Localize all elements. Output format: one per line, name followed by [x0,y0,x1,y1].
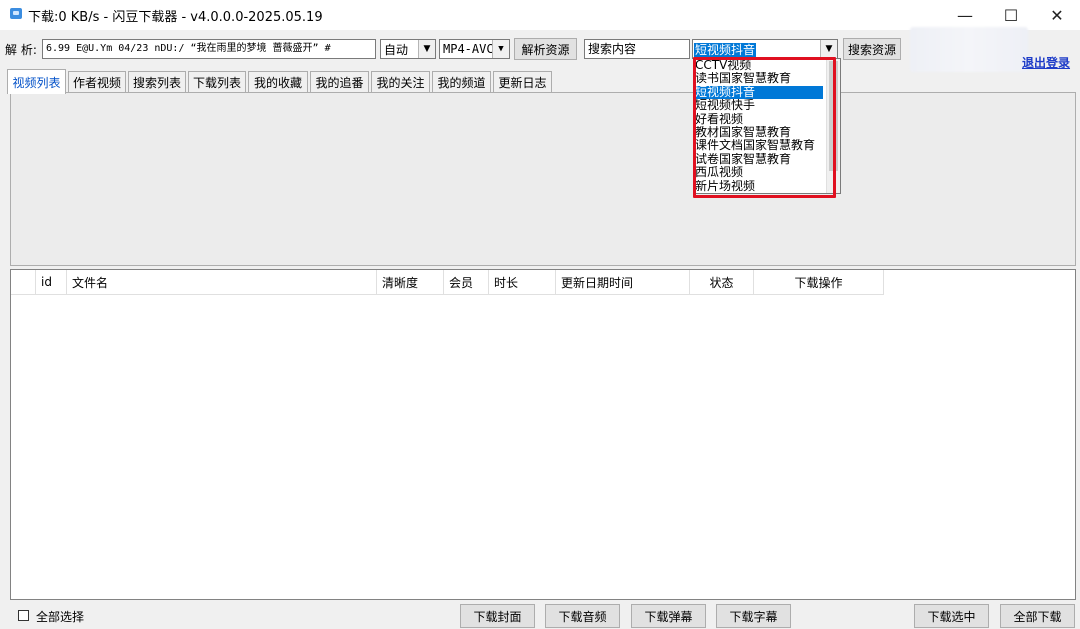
column-header-duration[interactable]: 时长 [489,270,556,295]
search-resource-button[interactable]: 搜索资源 [843,38,901,60]
close-button[interactable]: ✕ [1034,0,1080,30]
format-select[interactable]: MP4-AVC ▼ [439,39,510,59]
tab-my-following-series[interactable]: 我的追番 [310,71,369,93]
tab-search-list[interactable]: 搜索列表 [128,71,186,93]
search-input[interactable]: 搜索内容 [584,39,690,59]
tab-author-videos[interactable]: 作者视频 [68,71,126,93]
column-header-download-action[interactable]: 下载操作 [754,270,884,295]
select-all-checkbox[interactable] [18,610,29,621]
app-icon [10,8,22,19]
download-audio-button[interactable]: 下载音频 [545,604,620,628]
download-subtitle-button[interactable]: 下载字幕 [716,604,791,628]
highlight-box [693,57,836,198]
platform-select[interactable]: 短视频抖音 ▼ [692,39,838,59]
quality-select[interactable]: 自动 ▼ [380,39,436,59]
title-bar: 下载:0 KB/s - 闪豆下载器 - v4.0.0.0-2025.05.19 … [0,0,1080,30]
column-header-status[interactable]: 状态 [690,270,754,295]
table-header: id 文件名 清晰度 会员 时长 更新日期时间 状态 下载操作 [11,270,884,295]
column-header-id[interactable]: id [36,270,67,295]
tab-my-follows[interactable]: 我的关注 [371,71,430,93]
platform-select-value: 短视频抖音 [694,42,757,57]
tab-video-list[interactable]: 视频列表 [7,69,66,94]
minimize-button[interactable]: — [942,0,988,30]
parse-url-input[interactable]: 6.99 E@U.Ym 04/23 nDU:/ “我在雨里的梦境 蔷薇盛开” # [42,39,376,59]
column-header-updated-datetime[interactable]: 更新日期时间 [556,270,690,295]
blurred-user-avatar [910,27,1028,72]
maximize-button[interactable]: ☐ [988,0,1034,30]
chevron-down-icon: ▼ [492,40,509,58]
parse-resource-button[interactable]: 解析资源 [514,38,577,60]
chevron-down-icon: ▼ [418,40,435,58]
format-select-value: MP4-AVC [443,42,492,56]
chevron-down-icon[interactable]: ▼ [820,40,837,58]
column-header-filename[interactable]: 文件名 [67,270,377,295]
tab-download-list[interactable]: 下载列表 [188,71,246,93]
download-danmaku-button[interactable]: 下载弹幕 [631,604,706,628]
column-header-vip[interactable]: 会员 [444,270,489,295]
column-header-select[interactable] [11,270,36,295]
tab-my-favorites[interactable]: 我的收藏 [248,71,308,93]
parse-label: 解 析: [5,43,37,57]
window-title: 下载:0 KB/s - 闪豆下载器 - v4.0.0.0-2025.05.19 [28,10,323,25]
select-all-label: 全部选择 [36,610,85,624]
tab-panel [10,92,1076,266]
file-table[interactable]: id 文件名 清晰度 会员 时长 更新日期时间 状态 下载操作 [10,269,1076,600]
tab-update-log[interactable]: 更新日志 [493,71,552,93]
tab-my-channels[interactable]: 我的频道 [432,71,491,93]
download-all-button[interactable]: 全部下载 [1000,604,1075,628]
logout-link[interactable]: 退出登录 [1022,54,1070,71]
download-selected-button[interactable]: 下载选中 [914,604,989,628]
quality-select-value: 自动 [384,42,409,57]
column-header-quality[interactable]: 清晰度 [377,270,444,295]
download-cover-button[interactable]: 下载封面 [460,604,535,628]
